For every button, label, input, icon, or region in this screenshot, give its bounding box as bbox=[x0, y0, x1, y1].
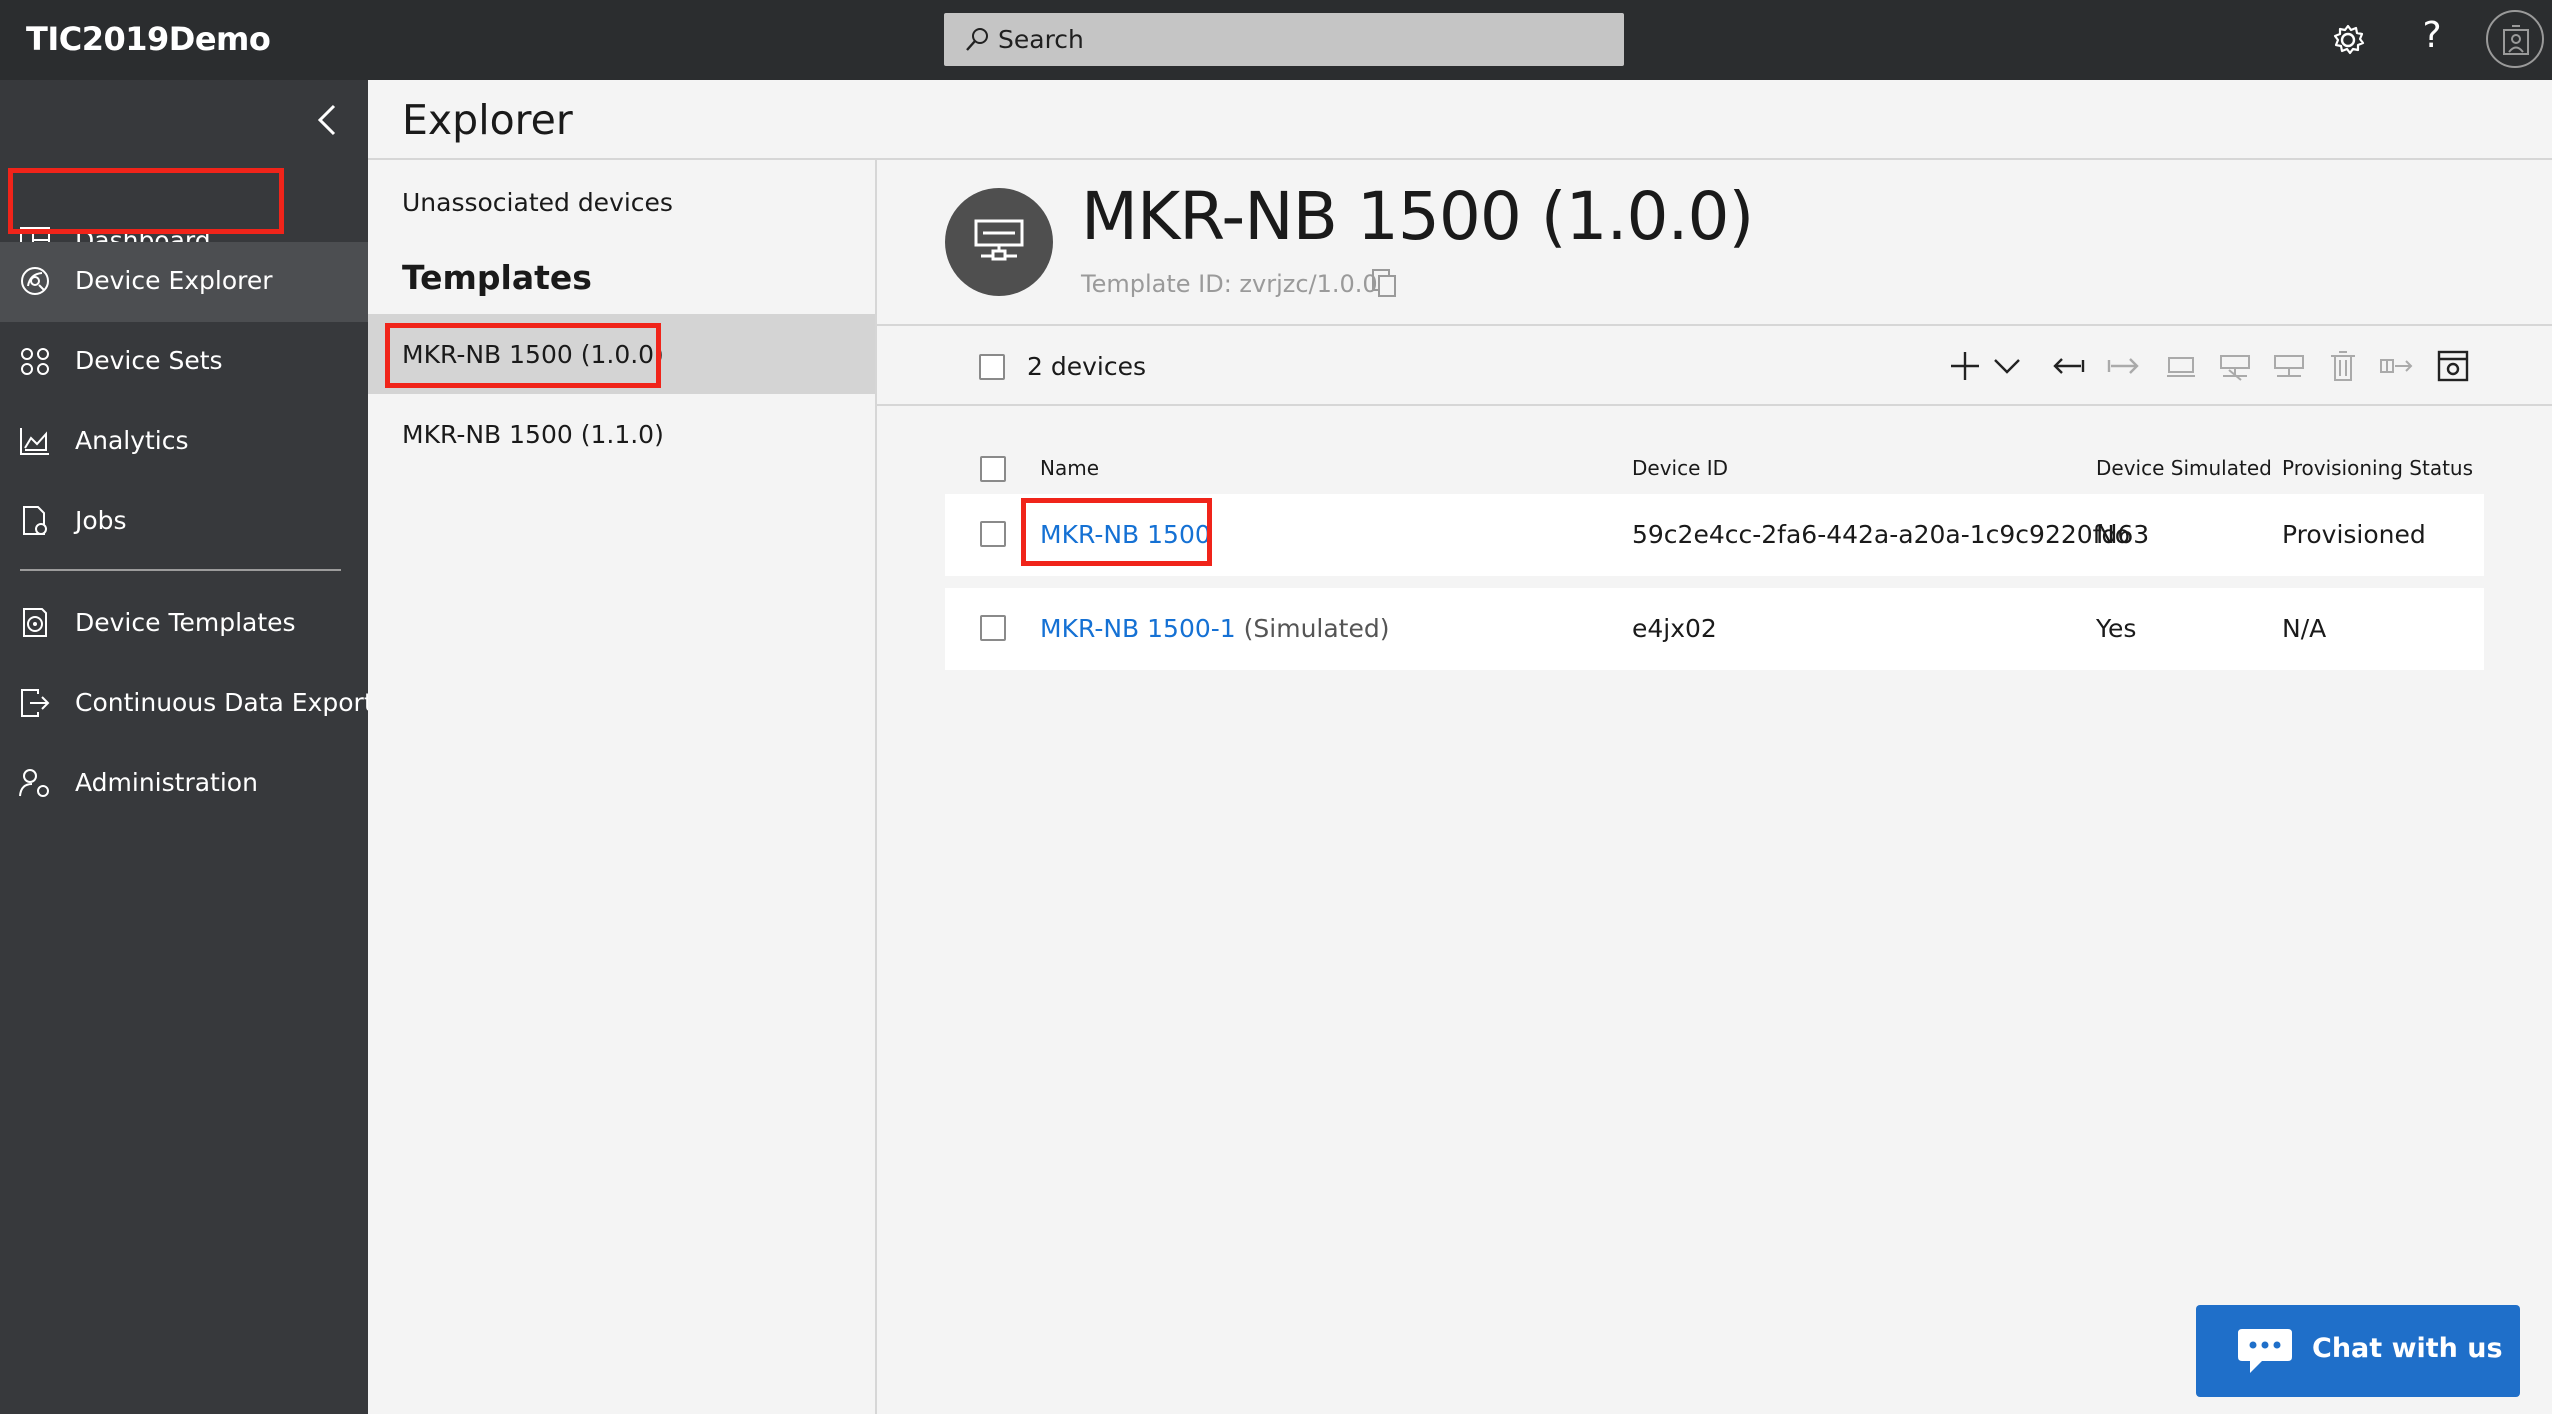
administration-icon bbox=[19, 769, 49, 797]
device-simulated: Yes bbox=[2096, 614, 2137, 643]
nav-divider bbox=[20, 569, 341, 571]
analytics-icon bbox=[20, 428, 49, 455]
search-icon bbox=[966, 28, 988, 51]
column-header-name[interactable]: Name bbox=[1040, 456, 1099, 480]
device-sets-icon bbox=[21, 348, 49, 375]
nav-item-device-explorer[interactable]: Device Explorer bbox=[0, 242, 368, 322]
export-icon[interactable] bbox=[2379, 348, 2415, 384]
template-item[interactable]: MKR-NB 1500 (1.1.0) bbox=[368, 394, 875, 474]
search-input[interactable]: Search bbox=[944, 13, 1624, 66]
device-name-link[interactable]: MKR-NB 1500-1 bbox=[1040, 614, 1236, 643]
device-connect-icon[interactable] bbox=[2163, 348, 2199, 384]
device-simulated: No bbox=[2096, 520, 2130, 549]
table-row[interactable]: MKR-NB 1500-1 (Simulated) e4jx02 Yes N/A bbox=[945, 588, 2484, 670]
help-icon[interactable]: ? bbox=[2410, 14, 2454, 58]
nav-label: Administration bbox=[75, 768, 258, 797]
unblock-device-icon[interactable] bbox=[2271, 348, 2307, 384]
nav-label: Continuous Data Export bbox=[75, 688, 374, 717]
device-toolbar: 2 devices bbox=[877, 326, 2552, 406]
page-title: Explorer bbox=[402, 96, 573, 144]
nav-label: Analytics bbox=[75, 426, 189, 455]
delete-icon[interactable] bbox=[2325, 348, 2361, 384]
device-id: e4jx02 bbox=[1632, 614, 1717, 643]
chat-label: Chat with us bbox=[2312, 1333, 2503, 1364]
templates-heading: Templates bbox=[402, 258, 592, 297]
nav-label: Device Sets bbox=[75, 346, 223, 375]
chat-bubble-icon bbox=[2238, 1329, 2292, 1373]
top-bar: TIC2019Demo Search ? bbox=[0, 0, 2552, 80]
row-checkbox[interactable] bbox=[980, 615, 1006, 641]
highlight-box-device bbox=[1021, 498, 1212, 566]
device-explorer-icon bbox=[21, 267, 49, 295]
add-icon[interactable] bbox=[1947, 348, 1983, 384]
jobs-icon bbox=[23, 506, 47, 535]
header-checkbox[interactable] bbox=[980, 456, 1006, 482]
gear-icon[interactable] bbox=[2326, 18, 2370, 62]
search-placeholder: Search bbox=[998, 25, 1084, 54]
column-settings-icon[interactable] bbox=[2435, 348, 2471, 384]
copy-icon[interactable] bbox=[1371, 268, 1397, 298]
device-templates-icon bbox=[23, 608, 47, 637]
explorer-header: Explorer bbox=[368, 80, 2552, 160]
device-count: 2 devices bbox=[1027, 352, 1146, 381]
device-template-header: MKR-NB 1500 (1.0.0) Template ID: zvrjzc/… bbox=[877, 160, 2552, 326]
nav-item-device-sets[interactable]: Device Sets bbox=[0, 322, 368, 402]
nav-label: Device Explorer bbox=[75, 266, 273, 295]
nav-item-administration[interactable]: Administration bbox=[0, 744, 368, 824]
template-id: Template ID: zvrjzc/1.0.0 bbox=[1081, 270, 1378, 298]
app-title[interactable]: TIC2019Demo bbox=[26, 20, 271, 58]
highlight-box-nav bbox=[8, 168, 284, 234]
nav-label: Jobs bbox=[75, 506, 127, 535]
simulated-suffix: (Simulated) bbox=[1235, 614, 1390, 643]
left-navigation: Dashboard Device Explorer Device Sets An… bbox=[0, 80, 374, 1414]
row-checkbox[interactable] bbox=[980, 521, 1006, 547]
select-all-checkbox[interactable] bbox=[979, 354, 1005, 380]
nav-item-continuous-data-export[interactable]: Continuous Data Export bbox=[0, 664, 374, 744]
device-id: 59c2e4cc-2fa6-442a-a20a-1c9c9220fd63 bbox=[1632, 520, 2150, 549]
device-template-title: MKR-NB 1500 (1.0.0) bbox=[1081, 178, 1754, 255]
data-export-icon bbox=[21, 689, 50, 717]
migrate-left-icon[interactable] bbox=[2051, 348, 2087, 384]
nav-item-analytics[interactable]: Analytics bbox=[0, 402, 368, 482]
provisioning-status: Provisioned bbox=[2282, 520, 2426, 549]
chat-with-us-button[interactable]: Chat with us bbox=[2196, 1305, 2520, 1397]
nav-label: Device Templates bbox=[75, 608, 296, 637]
column-header-provisioning-status[interactable]: Provisioning Status bbox=[2282, 456, 2473, 480]
chevron-left-icon[interactable] bbox=[312, 102, 342, 138]
template-label: MKR-NB 1500 (1.1.0) bbox=[402, 420, 664, 449]
block-device-icon[interactable] bbox=[2217, 348, 2253, 384]
column-header-device-simulated[interactable]: Device Simulated bbox=[2096, 456, 2272, 480]
device-icon bbox=[974, 219, 1024, 261]
nav-item-jobs[interactable]: Jobs bbox=[0, 482, 368, 562]
device-name-cell: MKR-NB 1500-1 (Simulated) bbox=[1040, 614, 1390, 643]
highlight-box-template bbox=[385, 323, 661, 388]
nav-item-device-templates[interactable]: Device Templates bbox=[0, 584, 368, 664]
chevron-down-icon[interactable] bbox=[1989, 348, 2025, 384]
column-header-device-id[interactable]: Device ID bbox=[1632, 456, 1728, 480]
provisioning-status: N/A bbox=[2282, 614, 2327, 643]
user-avatar-icon[interactable] bbox=[2486, 10, 2544, 68]
migrate-right-icon[interactable] bbox=[2105, 348, 2141, 384]
device-avatar bbox=[945, 188, 1053, 296]
unassociated-devices-link[interactable]: Unassociated devices bbox=[402, 188, 673, 217]
